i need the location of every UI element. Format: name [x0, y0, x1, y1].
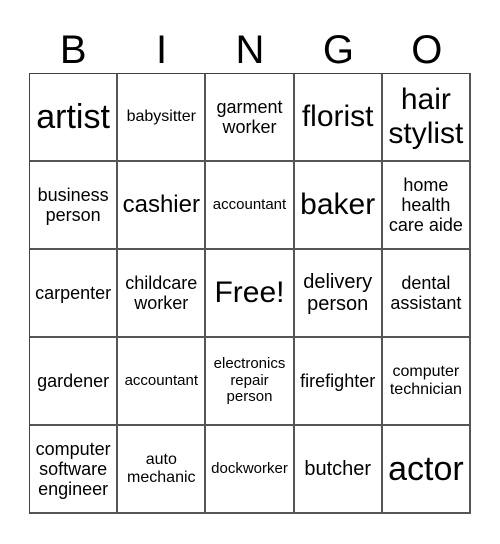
bingo-cell[interactable]: delivery person — [294, 250, 383, 338]
cell-label: cashier — [122, 190, 200, 218]
cell-label: delivery person — [303, 270, 373, 315]
cell-label: florist — [301, 100, 374, 134]
bingo-cell[interactable]: firefighter — [294, 338, 383, 426]
header-letter-i: I — [156, 28, 168, 72]
bingo-cell[interactable]: cashier — [118, 162, 207, 250]
header-letter-b: B — [59, 28, 87, 72]
cell-label: dental assistant — [390, 272, 462, 313]
bingo-cell[interactable]: dockworker — [206, 426, 295, 514]
cell-label: garment worker — [216, 96, 283, 137]
cell-label: Free! — [214, 276, 285, 310]
bingo-cell[interactable]: butcher — [294, 426, 383, 514]
bingo-cell[interactable]: artist — [30, 74, 119, 162]
bingo-cell[interactable]: actor — [382, 426, 471, 514]
bingo-cell[interactable]: gardener — [30, 338, 119, 426]
bingo-cell[interactable]: auto mechanic — [118, 426, 207, 514]
cell-label: gardener — [37, 370, 110, 391]
cell-label: babysitter — [126, 108, 196, 126]
header-letter-g: G — [322, 28, 354, 72]
cell-label: dockworker — [211, 459, 288, 477]
bingo-cell[interactable]: carpenter — [30, 250, 119, 338]
bingo-header: B I N G O — [29, 28, 471, 72]
cell-label: artist — [36, 97, 110, 136]
header-letter-o: O — [411, 28, 443, 72]
bingo-cell[interactable]: baker — [294, 162, 383, 250]
bingo-cell[interactable]: computer software engineer — [30, 426, 119, 514]
cell-label: firefighter — [300, 370, 376, 391]
bingo-cell[interactable]: accountant — [118, 338, 207, 426]
cell-label: business person — [37, 184, 109, 225]
free-space-cell[interactable]: Free! — [206, 250, 295, 338]
bingo-cell[interactable]: business person — [30, 162, 119, 250]
cell-label: home health care aide — [388, 174, 463, 236]
bingo-cell[interactable]: childcare worker — [118, 250, 207, 338]
cell-label: childcare worker — [125, 272, 198, 313]
cell-label: hair stylist — [388, 83, 464, 150]
cell-label: computer software engineer — [35, 438, 111, 500]
cell-label: accountant — [212, 195, 287, 213]
bingo-cell[interactable]: electronics repair person — [206, 338, 295, 426]
bingo-cell[interactable]: hair stylist — [382, 74, 471, 162]
cell-label: computer technician — [389, 363, 462, 398]
cell-label: carpenter — [35, 282, 112, 303]
bingo-grid: artist babysitter garment worker florist hai… — [29, 73, 471, 514]
header-letter-n: N — [235, 28, 265, 72]
bingo-cell[interactable]: florist — [294, 74, 383, 162]
bingo-cell[interactable]: computer technician — [382, 338, 471, 426]
bingo-cell[interactable]: garment worker — [206, 74, 295, 162]
cell-label: butcher — [304, 457, 372, 480]
cell-label: auto mechanic — [127, 451, 196, 486]
cell-label: baker — [300, 188, 376, 222]
bingo-cell[interactable]: dental assistant — [382, 250, 471, 338]
cell-label: accountant — [124, 371, 198, 389]
cell-label: electronics repair person — [213, 354, 286, 406]
cell-label: actor — [388, 449, 464, 488]
bingo-cell[interactable]: home health care aide — [382, 162, 471, 250]
bingo-cell[interactable]: accountant — [206, 162, 295, 250]
bingo-cell[interactable]: babysitter — [118, 74, 207, 162]
